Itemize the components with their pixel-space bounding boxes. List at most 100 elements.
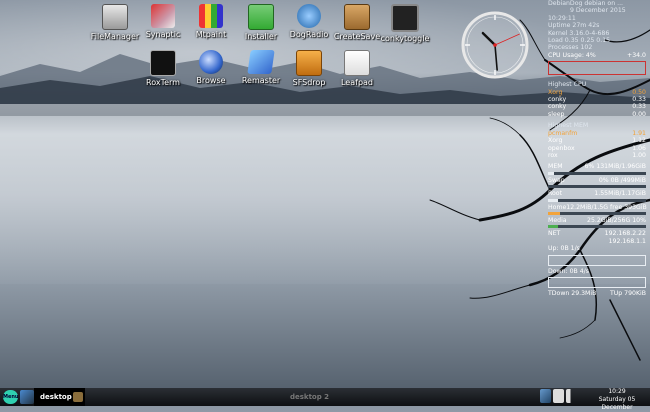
cpu-process-row: sleep 0.00: [548, 111, 646, 118]
network-tray-icon[interactable]: [540, 389, 551, 403]
taskbar-date: Saturday 05 December: [598, 396, 636, 411]
conky-swap-row: Swap 0% 0B /499MiB: [548, 177, 646, 184]
net-up: Up: 0B 1/s: [548, 245, 580, 253]
conky-total-row: TDown 29.3MiB TUp 790KiB: [548, 290, 646, 297]
highest-mem-list: pcmanfm 1.91 Xorg 1.12 openbox 1.06 rox 1.00: [548, 130, 646, 160]
globe-browser-icon: [199, 50, 223, 74]
installer-download-icon: [248, 4, 274, 30]
root-detail: 1.55MiB/1.17GiB: [594, 190, 646, 198]
monitor-graph-icon: [391, 4, 419, 32]
conky-time: 10:29:11: [548, 14, 576, 22]
process-value: 0.00: [632, 110, 646, 118]
taskbar-window-icon[interactable]: [73, 392, 83, 402]
file-cabinet-icon: [102, 4, 128, 30]
taskbar: Menu desktop 1 desktop 2 10:29 Saturday …: [0, 388, 650, 411]
cpu-process-row: Xorg 0.50: [548, 89, 646, 96]
conky-gateway-row: 192.168.1.1: [548, 238, 646, 245]
start-menu-button[interactable]: Menu: [3, 390, 19, 404]
media-bar: [548, 225, 646, 229]
conky-load: Load 0.35 0.25 0.15: [548, 37, 611, 45]
process-name: rox: [548, 151, 558, 159]
parcellite-tray-icon[interactable]: [553, 389, 564, 403]
cpu-usage-label: CPU Usage: [548, 51, 582, 59]
home-label: Home: [548, 203, 567, 211]
conky-processes: Processes 102: [548, 44, 593, 52]
process-name: Xorg: [548, 88, 563, 96]
desktop-icon-leafpad[interactable]: Leafpad: [326, 50, 388, 87]
process-name: pcmanfm: [548, 129, 578, 137]
total-down: TDown 29.3MiB: [548, 289, 597, 297]
paint-pencils-icon: [199, 4, 223, 28]
taskbar-clock[interactable]: 10:29 Saturday 05 December: [586, 388, 648, 411]
process-value: 1.91: [632, 129, 646, 137]
conky-uptime: Uptime 27m 42s: [548, 22, 600, 30]
net-down: Down: 0B 4/s: [548, 267, 589, 275]
conky-cpu-usage-row: CPU Usage: 4% +34.0: [548, 51, 646, 59]
cpu-process-row: conky 0.33: [548, 103, 646, 110]
process-name: sleep: [548, 110, 565, 118]
mem-label: MEM: [548, 163, 563, 171]
mem-process-row: openbox 1.06: [548, 145, 646, 152]
cpu-usage-graph: [548, 61, 646, 76]
home-detail: 12.2MiB/1.5G free 393GiB: [566, 203, 647, 211]
headphones-icon: [297, 4, 321, 28]
highest-mem-title: Highest MEM: [548, 122, 589, 130]
highest-cpu-title: Highest CPU: [548, 81, 587, 89]
package-manager-icon: [151, 4, 175, 28]
conky-mem-row: MEM 6% 131MiB/1.96GiB: [548, 163, 646, 170]
swap-percent: 0%: [598, 176, 609, 184]
mem-bar: [548, 171, 646, 175]
conky-system-monitor: DebianDog debian on ... 9 December 2015 …: [548, 0, 647, 300]
taskbar-time: 10:29: [608, 388, 626, 395]
desktop-icon-label: conkytoggle: [380, 34, 430, 43]
process-name: conky: [548, 96, 567, 104]
terminal-icon: [150, 50, 176, 76]
conky-host: DebianDog debian on ...: [548, 0, 624, 7]
swap-detail: 0B /499MiB: [610, 176, 646, 184]
notepad-icon: [344, 50, 370, 76]
desktop-icon-conkytoggle[interactable]: conkytoggle: [374, 4, 436, 43]
mem-percent: 6%: [584, 163, 595, 171]
process-value: 0.50: [632, 88, 646, 96]
conky-kernel: Kernel 3.16.0-4-686: [548, 29, 610, 37]
media-detail: 25.2GiB/256G 10%: [587, 216, 646, 224]
swap-label: Swap: [548, 176, 565, 184]
desktop-icon-label: Leafpad: [340, 78, 373, 87]
cpu-temp: +34.0: [627, 51, 646, 59]
conky-home-row: Home 12.2MiB/1.5G free 393GiB: [548, 203, 647, 211]
menu-label: Menu: [3, 394, 19, 400]
mem-process-row: rox 1.00: [548, 152, 646, 159]
process-value: 0.33: [632, 103, 646, 111]
root-label: Root: [548, 190, 563, 198]
net-ip: 192.168.2.22: [604, 230, 646, 238]
conky-media-row: Media 25.2GiB/256G 10%: [548, 217, 646, 224]
process-value: 1.06: [632, 144, 646, 152]
show-desktop-icon[interactable]: [20, 390, 34, 404]
highest-cpu-list: Xorg 0.50 conky 0.33 conky 0.33 sleep 0.00: [548, 89, 646, 119]
net-gateway: 192.168.1.1: [608, 237, 646, 245]
process-name: Xorg: [548, 137, 563, 145]
process-value: 1.00: [632, 151, 646, 159]
total-up: TUp 790KiB: [609, 289, 646, 297]
mem-process-row: pcmanfm 1.91: [548, 130, 646, 137]
mem-detail: 131MiB/1.96GiB: [596, 163, 646, 171]
conky-date: 9 December 2015: [570, 7, 626, 15]
desktop-2-tab[interactable]: desktop 2: [284, 388, 335, 406]
conky-root-row: Root 1.55MiB/1.17GiB: [548, 190, 646, 197]
process-name: openbox: [548, 144, 575, 152]
volume-icon[interactable]: [566, 389, 577, 403]
process-name: conky: [548, 103, 567, 111]
process-value: 1.12: [632, 137, 646, 145]
mem-process-row: Xorg 1.12: [548, 137, 646, 144]
disc-remaster-icon: [247, 50, 275, 74]
cpu-process-row: conky 0.33: [548, 96, 646, 103]
analog-clock-widget: [461, 11, 529, 79]
home-bar: [548, 211, 646, 215]
media-label: Media: [548, 216, 567, 224]
save-box-icon: [344, 4, 370, 30]
net-down-graph: [548, 276, 646, 288]
root-bar: [548, 198, 646, 202]
net-title: NET: [548, 230, 561, 238]
sfs-package-icon: [296, 50, 322, 76]
process-value: 0.33: [632, 96, 646, 104]
